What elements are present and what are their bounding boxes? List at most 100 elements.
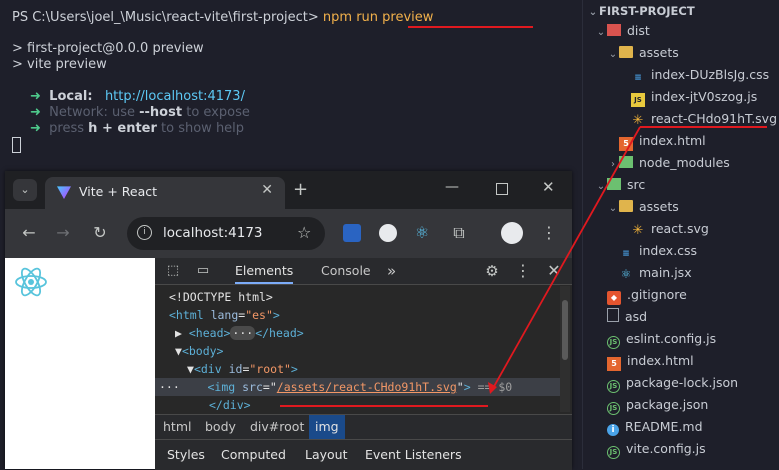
tree-file-js[interactable]: JS index-jtV0szog.js bbox=[631, 86, 757, 108]
crumb-img[interactable]: img bbox=[309, 415, 345, 439]
maximize-button[interactable] bbox=[496, 183, 508, 195]
dom-scrollbar[interactable] bbox=[560, 286, 570, 412]
dom-root-div-node[interactable]: ▼<div id="root"> bbox=[187, 360, 298, 378]
triangle-right-icon[interactable]: ▶ bbox=[175, 326, 182, 340]
triangle-down-icon[interactable]: ▼ bbox=[175, 344, 182, 358]
terminal-cursor bbox=[12, 137, 21, 154]
info-icon: i bbox=[607, 424, 619, 436]
json-file-icon: JS bbox=[607, 402, 620, 415]
tree-file-package-json[interactable]: JS package.json bbox=[607, 394, 708, 416]
tree-label: package-lock.json bbox=[626, 375, 739, 390]
tree-file-readme[interactable]: i README.md bbox=[607, 416, 703, 438]
menu-kebab-icon[interactable]: ⋮ bbox=[537, 221, 561, 245]
explorer-root-label: FIRST-PROJECT bbox=[599, 4, 695, 18]
tab-search-button[interactable]: ⌄ bbox=[13, 179, 37, 201]
profile-avatar[interactable] bbox=[501, 222, 523, 244]
tree-file-vite-config[interactable]: JS vite.config.js bbox=[607, 438, 706, 460]
dom-div-close[interactable]: </div> bbox=[209, 396, 251, 410]
svg-file-icon: ✳ bbox=[632, 113, 644, 128]
tree-file-gitignore[interactable]: ◆ .gitignore bbox=[607, 284, 687, 306]
dom-head-node[interactable]: ▶ <head> ··· </head> bbox=[175, 324, 304, 342]
tab-computed[interactable]: Computed bbox=[221, 440, 286, 470]
crumb-html[interactable]: html bbox=[163, 415, 191, 439]
new-tab-button[interactable]: + bbox=[293, 179, 308, 200]
extensions-puzzle-icon[interactable]: ⧉ bbox=[447, 221, 471, 245]
extension-1-icon[interactable] bbox=[343, 224, 361, 242]
minimize-button[interactable]: — bbox=[445, 179, 459, 195]
more-tabs-icon[interactable]: » bbox=[387, 258, 396, 284]
tag-text: </head> bbox=[255, 326, 304, 340]
tag-text: </div> bbox=[209, 398, 251, 410]
tree-file-index-css[interactable]: ≡ index.css bbox=[619, 240, 697, 262]
chevron-down-icon: ⌄ bbox=[596, 181, 606, 192]
settings-gear-icon[interactable]: ⚙ bbox=[480, 259, 504, 283]
dom-img-node-selected[interactable]: ··· <img src="/assets/react-CHdo91hT.svg… bbox=[155, 378, 560, 396]
close-window-button[interactable]: ✕ bbox=[542, 178, 555, 196]
close-tab-icon[interactable]: ✕ bbox=[261, 182, 273, 198]
react-devtools-icon[interactable]: ⚛ bbox=[410, 221, 434, 245]
local-url[interactable]: http://localhost:4173/ bbox=[105, 89, 245, 104]
forward-arrow-icon[interactable]: → bbox=[51, 221, 75, 245]
network-use: use bbox=[111, 105, 135, 120]
inspect-element-icon[interactable]: ⬚ bbox=[161, 259, 185, 283]
terminal-help-line: ➜ press h + enter to show help bbox=[30, 121, 244, 137]
devtools-menu-icon[interactable]: ⋮ bbox=[511, 259, 535, 283]
arrow-icon: ➜ bbox=[30, 105, 41, 120]
tag-text: <html bbox=[169, 308, 204, 322]
tab-layout[interactable]: Layout bbox=[305, 440, 348, 470]
crumb-div-root[interactable]: div#root bbox=[250, 415, 304, 439]
folder-icon bbox=[607, 24, 621, 36]
back-arrow-icon[interactable]: ← bbox=[17, 221, 41, 245]
dom-body-node[interactable]: ▼<body> bbox=[175, 342, 223, 360]
tab-elements[interactable]: Elements bbox=[235, 258, 294, 284]
tree-file-eslint[interactable]: JS eslint.config.js bbox=[607, 328, 716, 350]
extension-2-icon[interactable] bbox=[379, 224, 397, 242]
device-toolbar-icon[interactable]: ▭ bbox=[191, 259, 215, 283]
terminal-prompt-line: PS C:\Users\joel_\Music\react-vite\first… bbox=[12, 10, 433, 26]
tree-folder-src[interactable]: ⌄ src bbox=[595, 174, 645, 196]
explorer-root[interactable]: ⌄ FIRST-PROJECT bbox=[587, 0, 695, 22]
tab-event-listeners[interactable]: Event Listeners bbox=[365, 440, 462, 470]
tab-title: Vite + React bbox=[79, 184, 158, 199]
devtools-panel[interactable]: ⬚ ▭ Elements Console » ⚙ ⋮ ✕ <!DOCTYPE h… bbox=[155, 258, 572, 470]
collapsed-ellipsis[interactable]: ··· bbox=[230, 326, 256, 340]
tree-folder-src-assets[interactable]: ⌄ assets bbox=[607, 196, 679, 218]
tree-folder-assets[interactable]: ⌄ assets bbox=[607, 42, 679, 64]
terminal-command: npm run preview bbox=[322, 10, 434, 25]
tree-label: react-CHdo91hT.svg bbox=[651, 111, 778, 126]
tree-file-svg[interactable]: ✳ react-CHdo91hT.svg bbox=[631, 108, 777, 130]
address-bar[interactable]: i localhost:4173 ☆ bbox=[127, 217, 325, 250]
network-label: Network: bbox=[49, 105, 108, 120]
site-info-icon[interactable]: i bbox=[137, 225, 152, 240]
scrollbar-thumb[interactable] bbox=[562, 300, 568, 360]
css-file-icon: ≡ bbox=[622, 249, 630, 259]
tab-vite-react[interactable]: Vite + React ✕ bbox=[45, 177, 285, 209]
help-press: press bbox=[49, 121, 85, 136]
tab-console[interactable]: Console bbox=[321, 258, 371, 284]
tree-label: asd bbox=[625, 309, 648, 324]
img-src-link[interactable]: /assets/react-CHdo91hT.svg bbox=[277, 380, 457, 394]
tree-file-react-svg[interactable]: ✳ react.svg bbox=[631, 218, 709, 240]
dom-doctype[interactable]: <!DOCTYPE html> bbox=[169, 288, 273, 306]
tree-folder-node-modules[interactable]: › node_modules bbox=[607, 152, 730, 174]
tag-text: <div bbox=[193, 362, 222, 376]
chrome-window[interactable]: ⌄ Vite + React ✕ + — ✕ ← → ↻ i localhost… bbox=[5, 171, 572, 470]
close-devtools-icon[interactable]: ✕ bbox=[542, 259, 566, 283]
tree-file-main-jsx[interactable]: ⚛ main.jsx bbox=[619, 262, 692, 284]
tab-styles[interactable]: Styles bbox=[167, 440, 205, 470]
triangle-down-icon[interactable]: ▼ bbox=[187, 362, 194, 376]
crumb-body[interactable]: body bbox=[205, 415, 236, 439]
tree-file-index-html[interactable]: 5 index.html bbox=[607, 350, 694, 372]
tree-folder-dist[interactable]: ⌄ dist bbox=[595, 20, 650, 42]
tree-file-package-lock[interactable]: JS package-lock.json bbox=[607, 372, 738, 394]
reload-icon[interactable]: ↻ bbox=[88, 221, 112, 245]
tree-file-html[interactable]: 5 index.html bbox=[619, 130, 706, 152]
bookmark-star-icon[interactable]: ☆ bbox=[297, 223, 311, 242]
tree-file-css[interactable]: ≡ index-DUzBlsJg.css bbox=[631, 64, 769, 86]
tree-file-asd[interactable]: asd bbox=[607, 306, 647, 328]
dom-html-node[interactable]: <html lang="es"> bbox=[169, 306, 280, 324]
local-label: Local: bbox=[49, 89, 93, 104]
arrow-icon: ➜ bbox=[30, 121, 41, 136]
file-explorer[interactable]: ⌄ FIRST-PROJECT ⌄ dist ⌄ assets ≡ index-DUzB… bbox=[582, 0, 779, 469]
json-file-icon: JS bbox=[607, 380, 620, 393]
